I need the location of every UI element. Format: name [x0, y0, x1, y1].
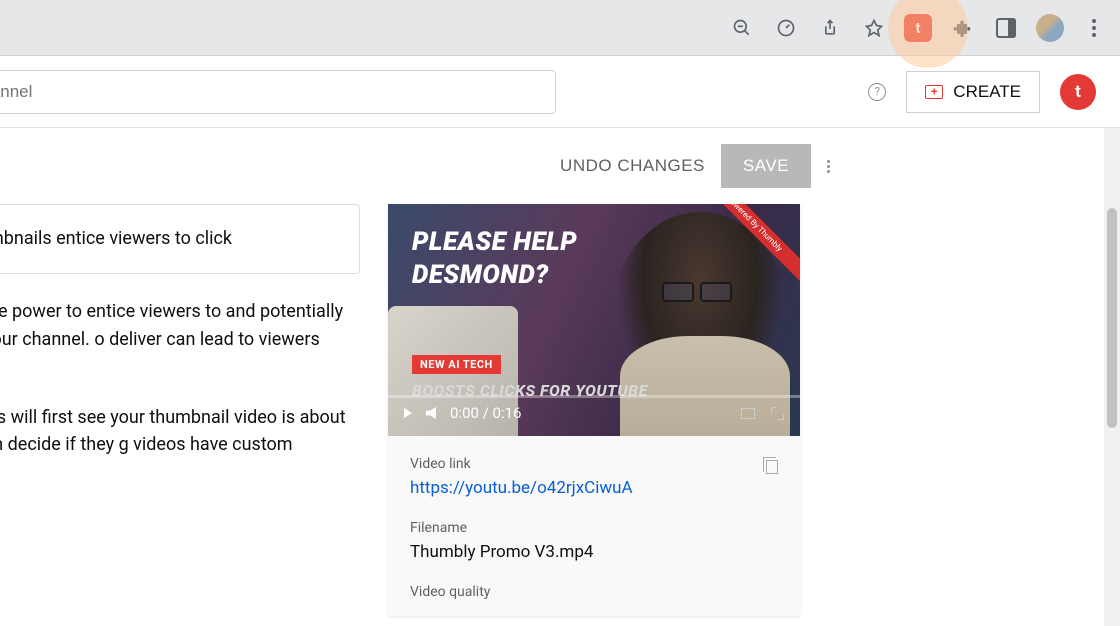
create-icon	[925, 85, 943, 99]
thumbnail-title: PLEASE HELP DESMOND?	[412, 226, 577, 291]
star-icon[interactable]	[856, 10, 892, 46]
speedometer-icon[interactable]	[768, 10, 804, 46]
search-wrap	[0, 70, 556, 114]
text-box-1: o gets. Thumbnails entice viewers to cli…	[0, 204, 360, 274]
volume-icon[interactable]	[426, 407, 436, 419]
kebab-icon[interactable]	[1076, 10, 1112, 46]
text-box-1-text: o gets. Thumbnails entice viewers to cli…	[0, 228, 232, 249]
header-right: ? CREATE t	[868, 71, 1096, 113]
filename-label: Filename	[410, 520, 778, 536]
share-icon[interactable]	[812, 10, 848, 46]
video-panel: Powered By Thumbly PLEASE HELP DESMOND? …	[388, 204, 800, 616]
more-options-icon[interactable]	[827, 160, 830, 173]
undo-button[interactable]: UNDO CHANGES	[560, 156, 705, 176]
tag-badge: NEW AI TECH	[412, 355, 501, 374]
player-controls: 0:00 / 0:16	[404, 404, 784, 422]
copy-icon[interactable]	[766, 460, 778, 474]
search-input[interactable]	[0, 70, 556, 114]
toolbar-actions: t	[724, 10, 1112, 46]
left-column: o gets. Thumbnails entice viewers to cli…	[0, 204, 360, 616]
save-button[interactable]: SAVE	[721, 144, 811, 188]
video-meta: Video link https://youtu.be/o42rjxCiwuA …	[388, 436, 800, 616]
play-icon[interactable]	[404, 408, 412, 418]
extension-badge[interactable]: t	[900, 10, 936, 46]
scrollbar[interactable]	[1104, 128, 1120, 626]
scrollbar-thumb[interactable]	[1107, 208, 1117, 428]
video-link-label: Video link	[410, 456, 778, 472]
progress-bar[interactable]	[388, 395, 800, 398]
side-panel-icon[interactable]	[988, 10, 1024, 46]
create-button[interactable]: CREATE	[906, 71, 1040, 113]
glasses-shape	[662, 282, 732, 300]
fullscreen-icon[interactable]	[771, 407, 784, 420]
paragraph-1: umbnail has the power to entice viewers …	[0, 298, 360, 382]
video-thumbnail[interactable]: Powered By Thumbly PLEASE HELP DESMOND? …	[388, 204, 800, 436]
filename-value: Thumbly Promo V3.mp4	[410, 542, 778, 562]
title-line2: DESMOND?	[412, 260, 549, 290]
help-icon[interactable]: ?	[868, 83, 886, 101]
create-label: CREATE	[953, 82, 1021, 102]
quality-label: Video quality	[410, 584, 778, 600]
player-right-controls	[741, 407, 784, 420]
puzzle-icon[interactable]	[944, 10, 980, 46]
browser-toolbar: t	[0, 0, 1120, 56]
avatar-letter: t	[1075, 82, 1081, 102]
video-link[interactable]: https://youtu.be/o42rjxCiwuA	[410, 478, 778, 498]
app-header: ? CREATE t	[0, 56, 1120, 128]
paragraph-2: Usually, viewers will first see your thu…	[0, 404, 360, 488]
extension-letter: t	[915, 19, 920, 37]
miniplayer-icon[interactable]	[741, 408, 755, 419]
action-bar: UNDO CHANGES SAVE	[0, 128, 1120, 196]
zoom-out-icon[interactable]	[724, 10, 760, 46]
profile-avatar[interactable]	[1032, 10, 1068, 46]
time-display: 0:00 / 0:16	[450, 404, 521, 422]
person-silhouette	[610, 212, 790, 436]
title-line1: PLEASE HELP	[412, 227, 577, 257]
video-panel-column: Powered By Thumbly PLEASE HELP DESMOND? …	[388, 204, 800, 616]
app-avatar[interactable]: t	[1060, 74, 1096, 110]
content: o gets. Thumbnails entice viewers to cli…	[0, 196, 1120, 616]
